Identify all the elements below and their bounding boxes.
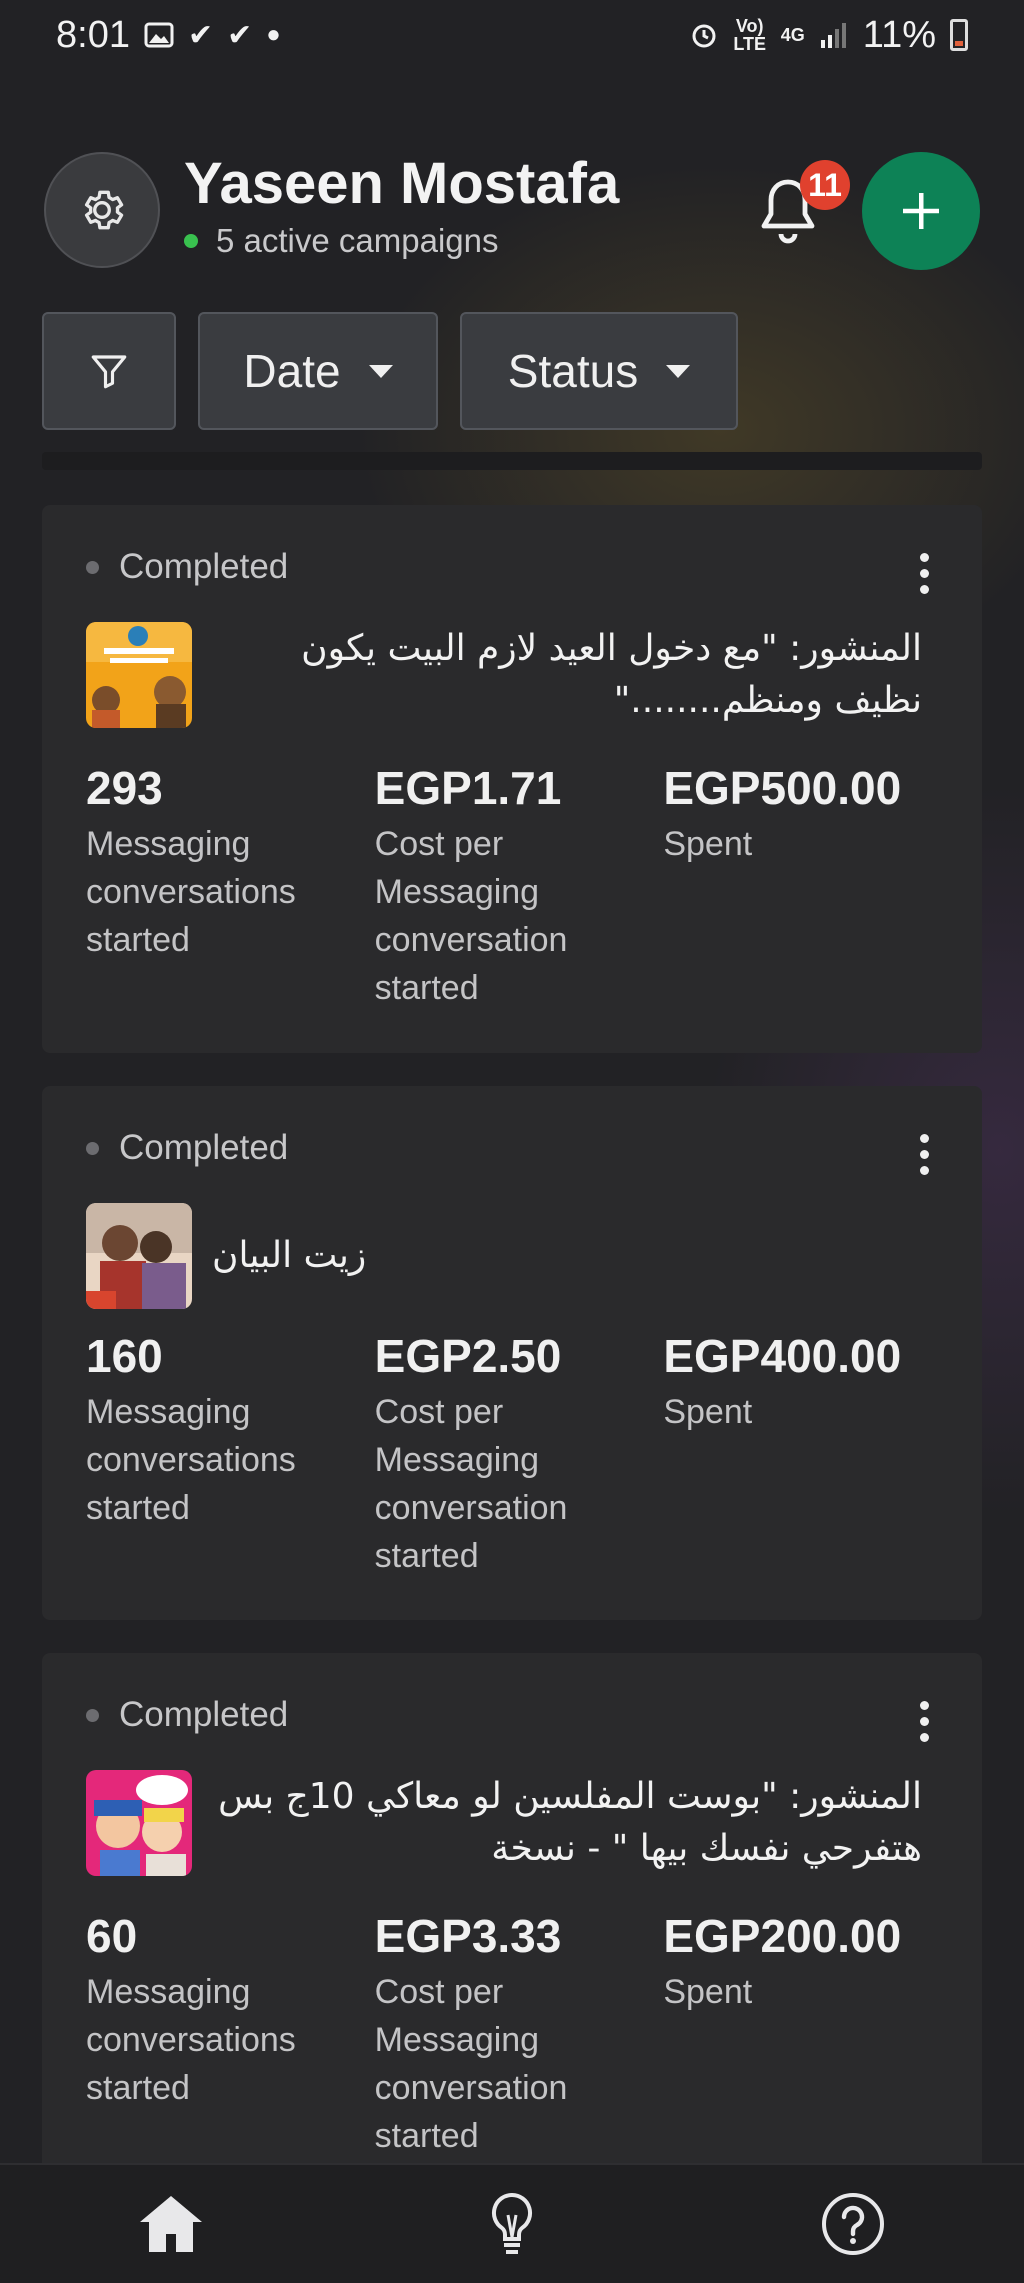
status-bar: 8:01 ✔ ✔ ● Vo) LTE 4G 11% <box>0 0 1024 70</box>
more-options-icon[interactable] <box>916 1134 932 1175</box>
campaign-title: زيت البيان <box>212 1235 367 1276</box>
campaign-metrics: 60 Messaging conversations started EGP3.… <box>86 1908 952 2160</box>
metric-spent: EGP400.00 Spent <box>663 1328 952 1580</box>
date-filter-dropdown[interactable]: Date <box>198 312 438 430</box>
signal-icon <box>820 23 846 48</box>
chevron-down-icon <box>666 364 691 378</box>
lightbulb-icon <box>491 2192 532 2254</box>
checkmark-notification-icon: ✔ <box>227 18 253 52</box>
plus-icon <box>903 193 939 229</box>
filter-button[interactable] <box>42 312 176 430</box>
metric-label: Messaging conversations started <box>86 1973 296 2107</box>
metric-label: Spent <box>663 825 753 863</box>
status-bar-right: Vo) LTE 4G 11% <box>689 14 968 57</box>
campaign-status: Completed <box>86 547 288 587</box>
metric-conversations: 160 Messaging conversations started <box>86 1328 375 1580</box>
gear-icon <box>84 190 124 230</box>
battery-percent: 11% <box>862 13 936 56</box>
nav-home[interactable] <box>111 2174 231 2274</box>
home-icon <box>139 2196 202 2252</box>
campaign-title: المنشور: "بوست المفلسين لو معاكي 10ج بس … <box>218 1776 922 1869</box>
volte-indicator: Vo) LTE <box>733 16 767 54</box>
metric-value: EGP500.00 <box>663 762 902 814</box>
create-campaign-button[interactable] <box>862 152 980 270</box>
metric-label: Spent <box>663 1393 753 1431</box>
metric-label: Messaging conversations started <box>86 825 296 959</box>
metric-spent: EGP500.00 Spent <box>663 760 952 1012</box>
campaign-thumbnail <box>86 622 192 728</box>
user-name: Yaseen Mostafa <box>184 151 620 216</box>
metric-label: Cost per Messaging conversation started <box>374 1393 568 1575</box>
campaign-status: Completed <box>86 1128 288 1168</box>
campaign-title: المنشور: "مع دخول العيد لازم البيت يكون … <box>301 628 922 721</box>
checkmark-notification-icon: ✔ <box>187 18 214 52</box>
metric-value: EGP3.33 <box>374 1910 562 1962</box>
status-dot <box>86 1141 99 1155</box>
campaign-thumbnail <box>86 1770 192 1876</box>
bottom-nav <box>0 2163 1024 2283</box>
metric-label: Cost per Messaging conversation started <box>374 1973 568 2155</box>
nav-insights[interactable] <box>452 2174 572 2274</box>
active-status-dot <box>184 234 198 248</box>
list-top-edge <box>42 452 982 470</box>
metric-label: Spent <box>663 1973 753 2011</box>
alarm-icon <box>692 24 716 48</box>
settings-button[interactable] <box>44 152 160 268</box>
network-type-indicator: 4G <box>780 25 805 45</box>
campaign-card[interactable]: Completed المنشور: "بوست المفلسين لو معا… <box>42 1653 982 2173</box>
battery-icon <box>950 19 968 51</box>
metric-value: EGP400.00 <box>663 1330 902 1382</box>
status-time: 8:01 <box>56 13 130 56</box>
header: Yaseen Mostafa 5 active campaigns 11 <box>44 150 980 270</box>
status-bar-left: 8:01 ✔ ✔ ● <box>56 14 281 57</box>
campaign-status-label: Completed <box>119 1695 289 1734</box>
campaign-thumbnail <box>86 1203 192 1309</box>
active-campaigns-text: 5 active campaigns <box>216 222 499 259</box>
filter-bar: Date Status <box>42 312 738 430</box>
status-filter-label: Status <box>507 345 639 397</box>
metric-value: 160 <box>86 1330 163 1382</box>
nav-help[interactable] <box>793 2174 913 2274</box>
campaign-card[interactable]: Completed زيت البيان 160 Messaging conve… <box>42 1086 982 1620</box>
metric-conversations: 293 Messaging conversations started <box>86 760 375 1012</box>
chevron-down-icon <box>368 364 393 378</box>
status-filter-dropdown[interactable]: Status <box>460 312 738 430</box>
notification-badge: 11 <box>800 160 850 210</box>
more-options-icon[interactable] <box>916 553 932 594</box>
metric-label: Cost per Messaging conversation started <box>374 825 568 1007</box>
metric-value: EGP200.00 <box>663 1910 902 1962</box>
campaign-metrics: 293 Messaging conversations started EGP1… <box>86 760 952 1012</box>
page: 8:01 ✔ ✔ ● Vo) LTE 4G 11% Yaseen Mostafa… <box>0 0 1024 2283</box>
metric-value: 60 <box>86 1910 138 1962</box>
campaign-metrics: 160 Messaging conversations started EGP2… <box>86 1328 952 1580</box>
metric-value: EGP2.50 <box>374 1330 562 1382</box>
metric-cost-per-conversation: EGP2.50 Cost per Messaging conversation … <box>375 1328 664 1580</box>
metric-cost-per-conversation: EGP3.33 Cost per Messaging conversation … <box>375 1908 664 2160</box>
image-notification-icon <box>144 22 174 48</box>
campaign-status-label: Completed <box>119 547 289 586</box>
more-options-icon[interactable] <box>916 1701 932 1742</box>
metric-label: Messaging conversations started <box>86 1393 296 1527</box>
metric-value: 293 <box>86 762 163 814</box>
metric-conversations: 60 Messaging conversations started <box>86 1908 375 2160</box>
help-icon <box>822 2193 885 2255</box>
status-dot <box>86 560 99 574</box>
filter-icon <box>91 355 127 389</box>
date-filter-label: Date <box>243 345 341 397</box>
metric-cost-per-conversation: EGP1.71 Cost per Messaging conversation … <box>375 760 664 1012</box>
metric-value: EGP1.71 <box>374 762 562 814</box>
campaign-status: Completed <box>86 1695 288 1735</box>
status-dot <box>86 1708 99 1722</box>
metric-spent: EGP200.00 Spent <box>663 1908 952 2160</box>
campaign-card[interactable]: Completed المنشور: "مع دخول العيد لازم ا… <box>42 505 982 1053</box>
campaign-status-label: Completed <box>119 1128 289 1167</box>
dot-icon: ● <box>266 21 281 48</box>
active-campaigns-row: 5 active campaigns <box>184 222 498 260</box>
